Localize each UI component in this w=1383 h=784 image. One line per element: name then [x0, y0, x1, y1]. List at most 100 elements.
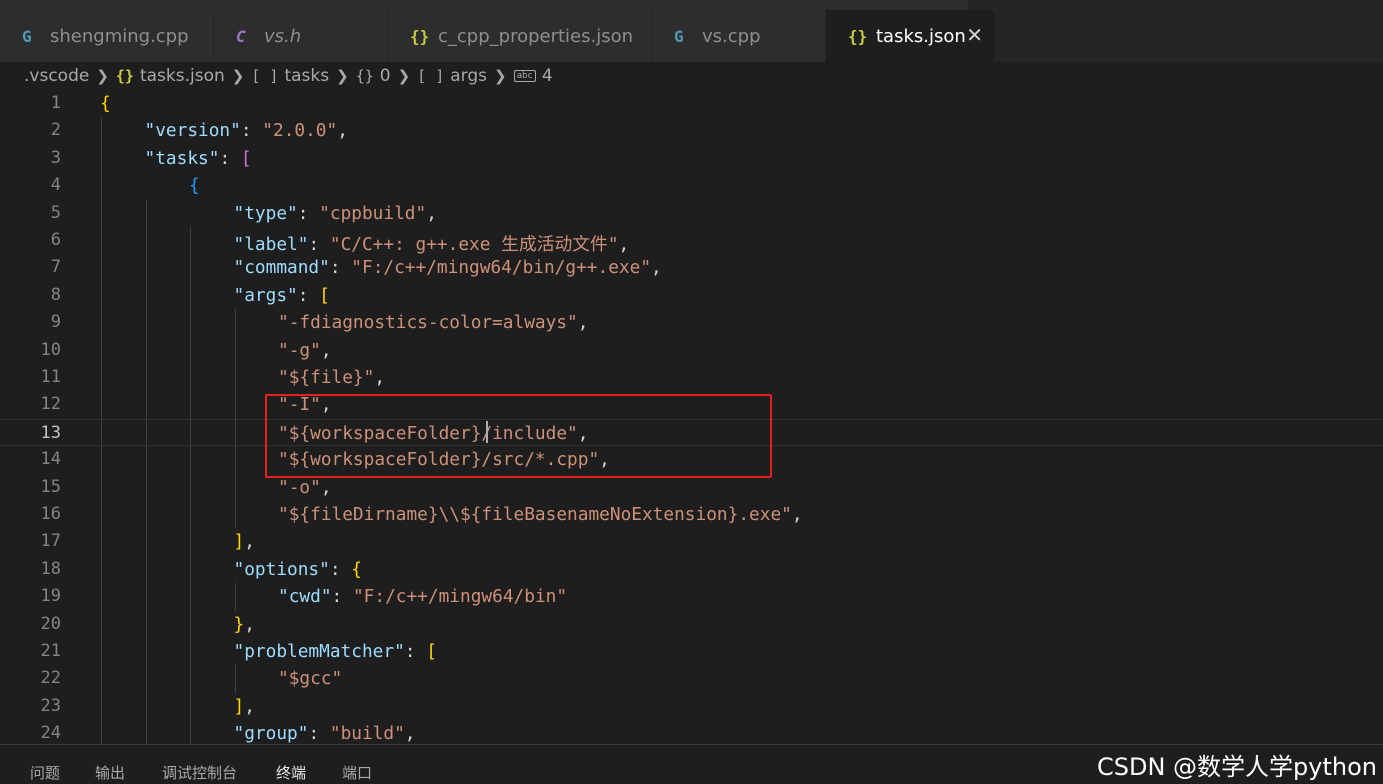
code-line[interactable]: 1{: [0, 90, 1383, 117]
code-token: ,: [320, 339, 332, 361]
close-icon[interactable]: ✕: [966, 23, 983, 47]
line-number: 5: [50, 202, 61, 223]
cpp-file-icon: G: [22, 26, 32, 46]
line-number: 2: [50, 120, 61, 141]
highlight-box: [265, 394, 772, 478]
panel-tab-ports[interactable]: 端口: [342, 762, 372, 783]
code-token: "group": [233, 723, 309, 744]
line-number: 7: [50, 257, 61, 278]
line-number: 4: [50, 175, 61, 196]
breadcrumb-item-tasks-json[interactable]: {} tasks.json: [116, 66, 225, 86]
code-token: "version": [144, 120, 241, 142]
code-line[interactable]: 3 "tasks": [: [0, 145, 1383, 172]
code-line[interactable]: 9 "-fdiagnostics-color=always",: [0, 309, 1383, 336]
breadcrumb: .vscode ❯ {} tasks.json ❯ [ ] tasks ❯ {}…: [0, 62, 1383, 90]
code-text: "group": "build",: [234, 723, 416, 744]
tab-vs-h[interactable]: C vs.h: [214, 10, 388, 62]
code-text: "args": [: [234, 285, 330, 306]
bottom-panel: 问题 输出 调试控制台 终端 端口 CSDN @数学人学python: [0, 744, 1383, 784]
code-token: "F:/c++/mingw64/bin/g++.exe": [351, 257, 652, 279]
line-number: 14: [40, 449, 61, 470]
breadcrumb-label: tasks: [284, 66, 330, 86]
code-token: :: [331, 586, 353, 608]
code-line[interactable]: 19 "cwd": "F:/c++/mingw64/bin": [0, 583, 1383, 610]
line-number: 16: [40, 504, 61, 524]
code-line[interactable]: 22 "$gcc": [0, 665, 1383, 692]
panel-tab-debug-console[interactable]: 调试控制台: [162, 762, 237, 783]
code-token: "tasks": [144, 147, 220, 169]
breadcrumb-item-args[interactable]: [ ] args: [417, 66, 487, 86]
code-token: ,: [337, 120, 348, 142]
editor-tab-bar: G shengming.cpp C vs.h {} c_cpp_properti…: [0, 0, 1383, 62]
code-line[interactable]: 16 "${fileDirname}\\${fileBasenameNoExten…: [0, 501, 1383, 528]
code-token: :: [308, 723, 330, 744]
line-number: 20: [40, 613, 61, 634]
code-token: "-o": [278, 476, 321, 498]
code-line[interactable]: 4{: [0, 172, 1383, 199]
line-number: 15: [40, 476, 61, 497]
line-number: 13: [40, 422, 61, 443]
line-number: 18: [40, 558, 61, 579]
breadcrumb-item-tasks[interactable]: [ ] tasks: [251, 66, 329, 86]
tab-vs-cpp[interactable]: G vs.cpp: [652, 10, 826, 62]
code-line[interactable]: 8 "args": [: [0, 282, 1383, 309]
code-token: ,: [244, 695, 255, 717]
code-line[interactable]: 23],: [0, 693, 1383, 720]
breadcrumb-item-vscode[interactable]: .vscode: [24, 66, 89, 86]
code-editor[interactable]: 1{2 "version": "2.0.0", 3 "tasks": [4{5 "typ…: [0, 90, 1383, 744]
code-token: "problemMatcher": [233, 641, 405, 662]
code-line[interactable]: 17],: [0, 528, 1383, 555]
breadcrumb-label: tasks.json: [139, 66, 225, 86]
code-token: "options": [233, 558, 330, 580]
code-text: "-fdiagnostics-color=always",: [278, 312, 588, 333]
code-line[interactable]: 24 "group": "build",: [0, 720, 1383, 744]
code-line[interactable]: 7 "command": "F:/c++/mingw64/bin/g++.exe"…: [0, 254, 1383, 281]
tab-label: shengming.cpp: [50, 25, 189, 47]
code-text: "problemMatcher": [: [234, 641, 437, 662]
code-text: "-g",: [278, 340, 332, 361]
line-number: 11: [40, 367, 61, 387]
breadcrumb-item-4[interactable]: abc 4: [513, 66, 553, 86]
tab-tasks-json[interactable]: {} tasks.json ✕: [826, 10, 996, 62]
code-token: [: [240, 147, 252, 169]
code-line[interactable]: 20},: [0, 611, 1383, 638]
code-token: ,: [320, 476, 332, 498]
code-token: [: [426, 641, 437, 662]
panel-tab-output[interactable]: 输出: [95, 762, 125, 783]
cpp-file-icon: G: [674, 26, 684, 46]
code-line[interactable]: 18 "options": {: [0, 556, 1383, 583]
chevron-right-icon: ❯: [231, 67, 245, 85]
object-icon: {}: [355, 67, 374, 85]
panel-tab-terminal[interactable]: 终端: [276, 762, 306, 783]
panel-tab-problems[interactable]: 问题: [30, 762, 60, 783]
json-file-icon: {}: [410, 26, 430, 46]
code-token: "type": [233, 202, 298, 224]
code-text: ],: [234, 531, 255, 552]
code-text: "-o",: [278, 477, 332, 498]
code-token: :: [404, 641, 427, 662]
code-token: ,: [651, 257, 662, 279]
tab-c-cpp-properties-json[interactable]: {} c_cpp_properties.json: [388, 10, 652, 62]
line-number: 21: [40, 641, 61, 661]
code-line[interactable]: 2 "version": "2.0.0",: [0, 117, 1383, 144]
breadcrumb-label: 4: [541, 66, 553, 86]
breadcrumb-label: 0: [379, 66, 391, 86]
breadcrumb-item-0[interactable]: {} 0: [356, 66, 391, 86]
code-line[interactable]: 21 "problemMatcher": [: [0, 638, 1383, 665]
code-token: "args": [233, 284, 298, 306]
code-line[interactable]: 5 "type": "cppbuild",: [0, 200, 1383, 227]
code-token: ,: [374, 367, 386, 388]
code-token: }: [233, 613, 245, 635]
line-number: 1: [50, 93, 61, 113]
code-line[interactable]: 11 "${file}",: [0, 364, 1383, 391]
tab-label: vs.h: [264, 25, 302, 47]
code-token: "-fdiagnostics-color=always": [278, 312, 578, 334]
code-text: "${file}",: [278, 367, 385, 388]
line-number: 12: [40, 394, 61, 415]
code-line[interactable]: 10 "-g",: [0, 337, 1383, 364]
line-number: 23: [40, 695, 61, 716]
code-line[interactable]: 6 "label": "C/C++: g++.exe 生成活动文件",: [0, 227, 1383, 255]
tab-shengming-cpp[interactable]: G shengming.cpp: [0, 10, 214, 62]
tab-label: c_cpp_properties.json: [438, 25, 634, 47]
code-token: "command": [233, 257, 330, 279]
